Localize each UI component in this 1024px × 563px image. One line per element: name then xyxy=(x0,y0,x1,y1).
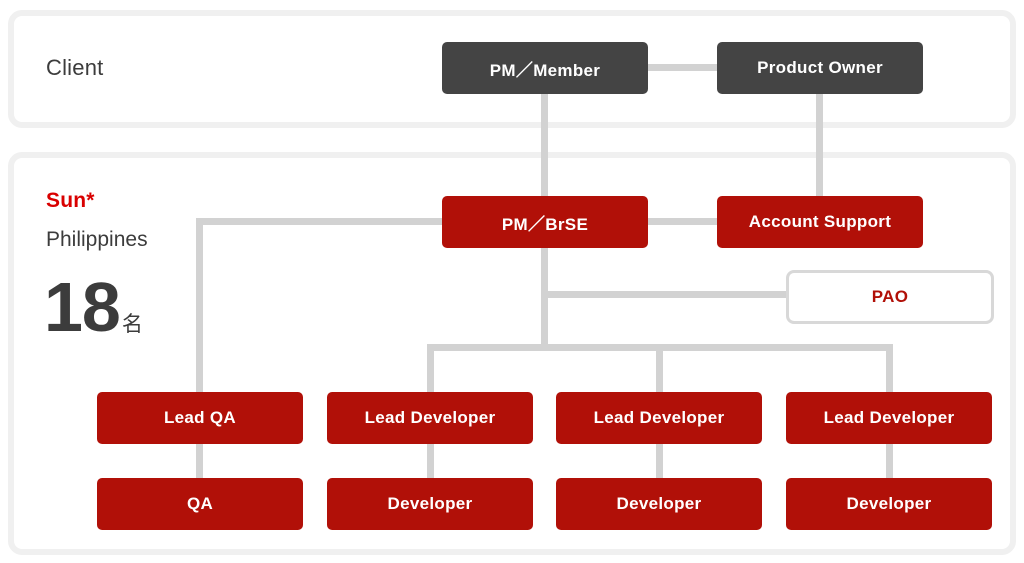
sun-headcount-unit: 名 xyxy=(121,313,143,336)
node-lead-developer-3[interactable]: Lead Developer xyxy=(786,392,992,444)
node-lead-developer-1[interactable]: Lead Developer xyxy=(327,392,533,444)
node-product-owner[interactable]: Product Owner xyxy=(717,42,923,94)
sun-region-label: Philippines xyxy=(46,228,148,251)
node-developer-2[interactable]: Developer xyxy=(556,478,762,530)
node-pao[interactable]: PAO xyxy=(786,270,994,324)
sun-headcount: 18名 xyxy=(44,272,143,342)
node-lead-qa[interactable]: Lead QA xyxy=(97,392,303,444)
panel-client-label: Client xyxy=(46,55,104,80)
node-pm-member[interactable]: PM／Member xyxy=(442,42,648,94)
node-lead-developer-2[interactable]: Lead Developer xyxy=(556,392,762,444)
node-developer-1[interactable]: Developer xyxy=(327,478,533,530)
node-pm-brse[interactable]: PM／BrSE xyxy=(442,196,648,248)
node-qa[interactable]: QA xyxy=(97,478,303,530)
node-developer-3[interactable]: Developer xyxy=(786,478,992,530)
node-account-support[interactable]: Account Support xyxy=(717,196,923,248)
org-chart-diagram: Client Sun* Philippines 18名 PM／Member Pr… xyxy=(0,0,1024,563)
sun-brand-label: Sun* xyxy=(46,189,95,212)
sun-headcount-number: 18 xyxy=(44,268,121,346)
